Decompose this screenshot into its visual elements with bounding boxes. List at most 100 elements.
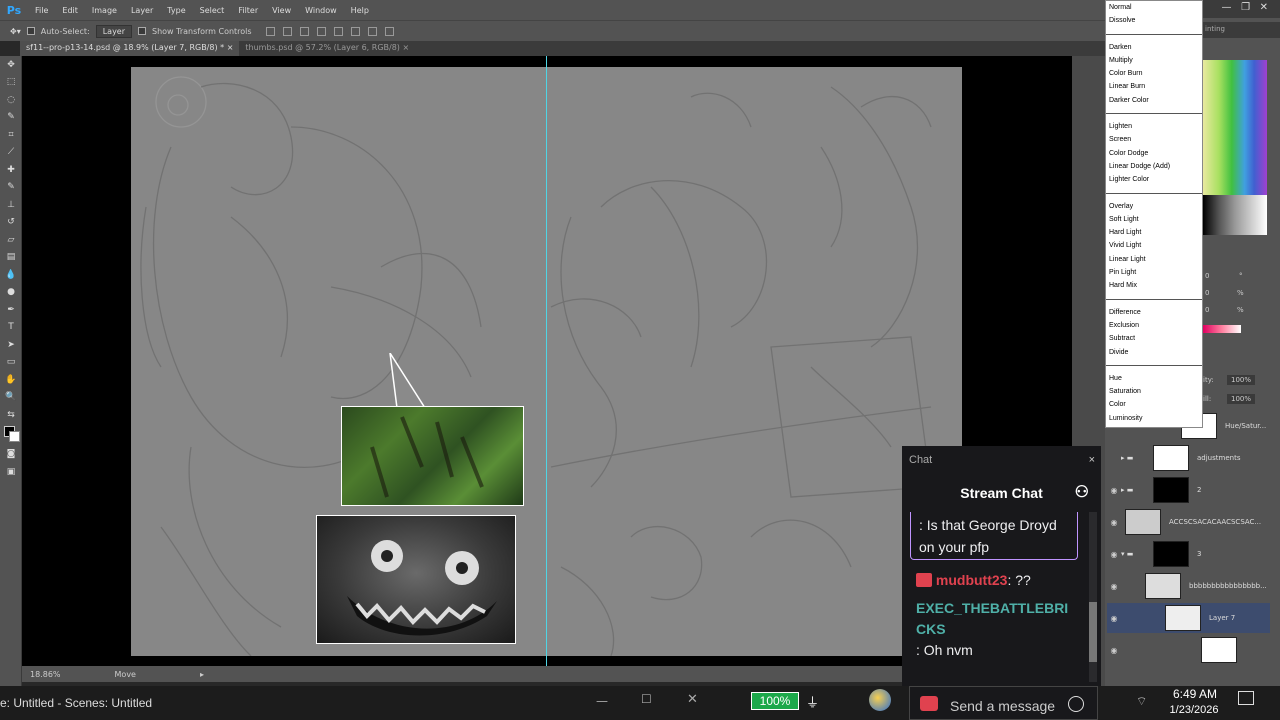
eye-icon[interactable]: ◉	[1107, 550, 1121, 559]
maximize-icon[interactable]: ❐	[1241, 2, 1250, 13]
blend-mode-option[interactable]: Lighter Color	[1106, 173, 1202, 186]
tab-thumbs[interactable]: thumbs.psd @ 57.2% (Layer 6, RGB/8) ×	[239, 41, 415, 56]
blend-mode-option[interactable]: Multiply	[1106, 54, 1202, 67]
fill-field[interactable]: 100%	[1227, 394, 1256, 404]
scrollbar-thumb[interactable]	[1089, 602, 1097, 662]
align-right-icon[interactable]	[350, 26, 360, 36]
quick-mask-icon[interactable]: ◙	[0, 446, 22, 464]
quick-select-icon[interactable]: ✎	[0, 109, 22, 127]
blend-mode-option[interactable]: Subtract	[1106, 332, 1202, 345]
blend-mode-dropdown[interactable]: Normal Dissolve Darken Multiply Color Burn L…	[1105, 0, 1203, 428]
move-tool-icon[interactable]: ✥▾	[10, 27, 21, 36]
background-color[interactable]	[9, 430, 20, 442]
grayscale-swatches[interactable]	[1203, 195, 1267, 235]
layer-row[interactable]: ◉	[1107, 635, 1270, 665]
clock-time[interactable]: 6:49 AM	[1166, 687, 1224, 701]
menu-view[interactable]: View	[265, 6, 298, 15]
auto-select-dropdown[interactable]: Layer	[95, 24, 133, 38]
obs-close-icon[interactable]: ✕	[687, 692, 698, 707]
adjust-value-3[interactable]: 0	[1205, 306, 1209, 314]
distribute-icon[interactable]	[367, 26, 377, 36]
eye-icon[interactable]: ◉	[1107, 582, 1121, 591]
layer-row[interactable]: ◉ bbbbbbbbbbbbbbbb...	[1107, 571, 1270, 601]
transform-controls-checkbox[interactable]	[138, 27, 147, 35]
blend-mode-option[interactable]: Color	[1106, 398, 1202, 411]
layer-row[interactable]: ◉ ▸ ▬ 2	[1107, 475, 1270, 505]
crop-tool-icon[interactable]: ⌗	[0, 126, 22, 144]
blend-mode-option[interactable]: Darken	[1106, 41, 1202, 54]
eyedropper-icon[interactable]: ⟋	[0, 144, 22, 162]
swatches-grid[interactable]	[1203, 60, 1267, 235]
eye-icon[interactable]: ◉	[1107, 518, 1121, 527]
marquee-tool-icon[interactable]: ⬚	[0, 74, 22, 92]
eraser-tool-icon[interactable]: ▱	[0, 231, 22, 249]
close-window-icon[interactable]: ✕	[1260, 2, 1268, 13]
close-icon[interactable]: ×	[227, 43, 234, 52]
adjust-value-2[interactable]: 0	[1205, 289, 1209, 297]
obs-maximize-icon[interactable]: ☐	[641, 692, 652, 706]
close-icon[interactable]: ×	[1089, 454, 1095, 466]
type-tool-icon[interactable]: T	[0, 319, 22, 337]
menu-layer[interactable]: Layer	[124, 6, 160, 15]
layer-row[interactable]: ◉ ▾ ▬ 3	[1107, 539, 1270, 569]
blend-mode-option[interactable]: Exclusion	[1106, 319, 1202, 332]
blend-mode-option[interactable]: Color Burn	[1106, 67, 1202, 80]
blend-mode-option[interactable]: Normal	[1106, 1, 1202, 14]
gradient-tool-icon[interactable]: ▤	[0, 249, 22, 267]
blend-mode-option[interactable]: Linear Burn	[1106, 80, 1202, 93]
eye-icon[interactable]: ◉	[1107, 486, 1121, 495]
zoom-tool-icon[interactable]: 🔍	[0, 389, 22, 407]
stamp-tool-icon[interactable]: ⊥	[0, 196, 22, 214]
blend-mode-option[interactable]: Screen	[1106, 133, 1202, 146]
menu-edit[interactable]: Edit	[55, 6, 85, 15]
blend-mode-option[interactable]: Saturation	[1106, 385, 1202, 398]
blend-mode-option[interactable]: Color Dodge	[1106, 147, 1202, 160]
blend-mode-option[interactable]: Divide	[1106, 346, 1202, 359]
clock-date[interactable]: 1/23/2026	[1162, 704, 1226, 716]
blend-mode-option[interactable]: Darker Color	[1106, 94, 1202, 107]
blend-mode-option[interactable]: Difference	[1106, 306, 1202, 319]
menu-filter[interactable]: Filter	[231, 6, 265, 15]
emote-icon[interactable]	[1068, 696, 1084, 712]
auto-select-checkbox[interactable]	[26, 27, 35, 35]
blend-mode-option[interactable]: Hard Mix	[1106, 279, 1202, 292]
menu-help[interactable]: Help	[344, 6, 376, 15]
chat-username[interactable]: EXEC_THEBATTLEBRICKS	[916, 600, 1068, 637]
menu-window[interactable]: Window	[298, 6, 344, 15]
hand-tool-icon[interactable]: ✋	[0, 371, 22, 389]
align-middle-icon[interactable]	[282, 26, 292, 36]
blend-mode-option[interactable]: Linear Dodge (Add)	[1106, 160, 1202, 173]
color-swatches[interactable]	[0, 424, 21, 446]
layer-row-selected[interactable]: ◉ Layer 7	[1107, 603, 1270, 633]
brush-tool-icon[interactable]: ✎	[0, 179, 22, 197]
swap-colors-icon[interactable]: ⇆	[0, 406, 22, 424]
blend-mode-option[interactable]: Pin Light	[1106, 266, 1202, 279]
guide-line[interactable]	[546, 56, 547, 666]
eye-icon[interactable]: ◉	[1107, 614, 1121, 623]
obs-minimize-icon[interactable]: —	[596, 694, 608, 708]
workspace-selector[interactable]: inting	[1205, 25, 1225, 33]
app-tray-icon[interactable]	[869, 689, 891, 711]
color-ramp[interactable]	[1203, 325, 1241, 333]
users-icon[interactable]: ⚇	[1075, 474, 1089, 512]
close-icon[interactable]: ×	[402, 43, 409, 52]
pen-tool-icon[interactable]: ✒	[0, 301, 22, 319]
screen-mode-icon[interactable]: ▣	[0, 463, 22, 481]
chat-input[interactable]: Send a message	[909, 686, 1098, 720]
distribute-h-icon[interactable]	[384, 26, 394, 36]
blend-mode-option[interactable]: Hard Light	[1106, 226, 1202, 239]
menu-image[interactable]: Image	[85, 6, 124, 15]
layer-row[interactable]: ◉ ACCSCSACACAACSCSAC...	[1107, 507, 1270, 537]
notification-icon[interactable]	[1238, 691, 1254, 705]
blend-mode-option[interactable]: Lighten	[1106, 120, 1202, 133]
wifi-icon[interactable]: ⌔	[1136, 694, 1147, 709]
blend-mode-option[interactable]: Vivid Light	[1106, 239, 1202, 252]
lasso-tool-icon[interactable]: ◌	[0, 91, 22, 109]
blend-mode-option[interactable]: Overlay	[1106, 200, 1202, 213]
align-top-icon[interactable]	[265, 26, 275, 36]
opacity-field[interactable]: 100%	[1227, 375, 1256, 385]
chat-username[interactable]: mudbutt23	[936, 572, 1008, 588]
zoom-level[interactable]: 18.86%	[30, 670, 61, 679]
dodge-tool-icon[interactable]: ●	[0, 284, 22, 302]
blend-mode-option[interactable]: Hue	[1106, 372, 1202, 385]
